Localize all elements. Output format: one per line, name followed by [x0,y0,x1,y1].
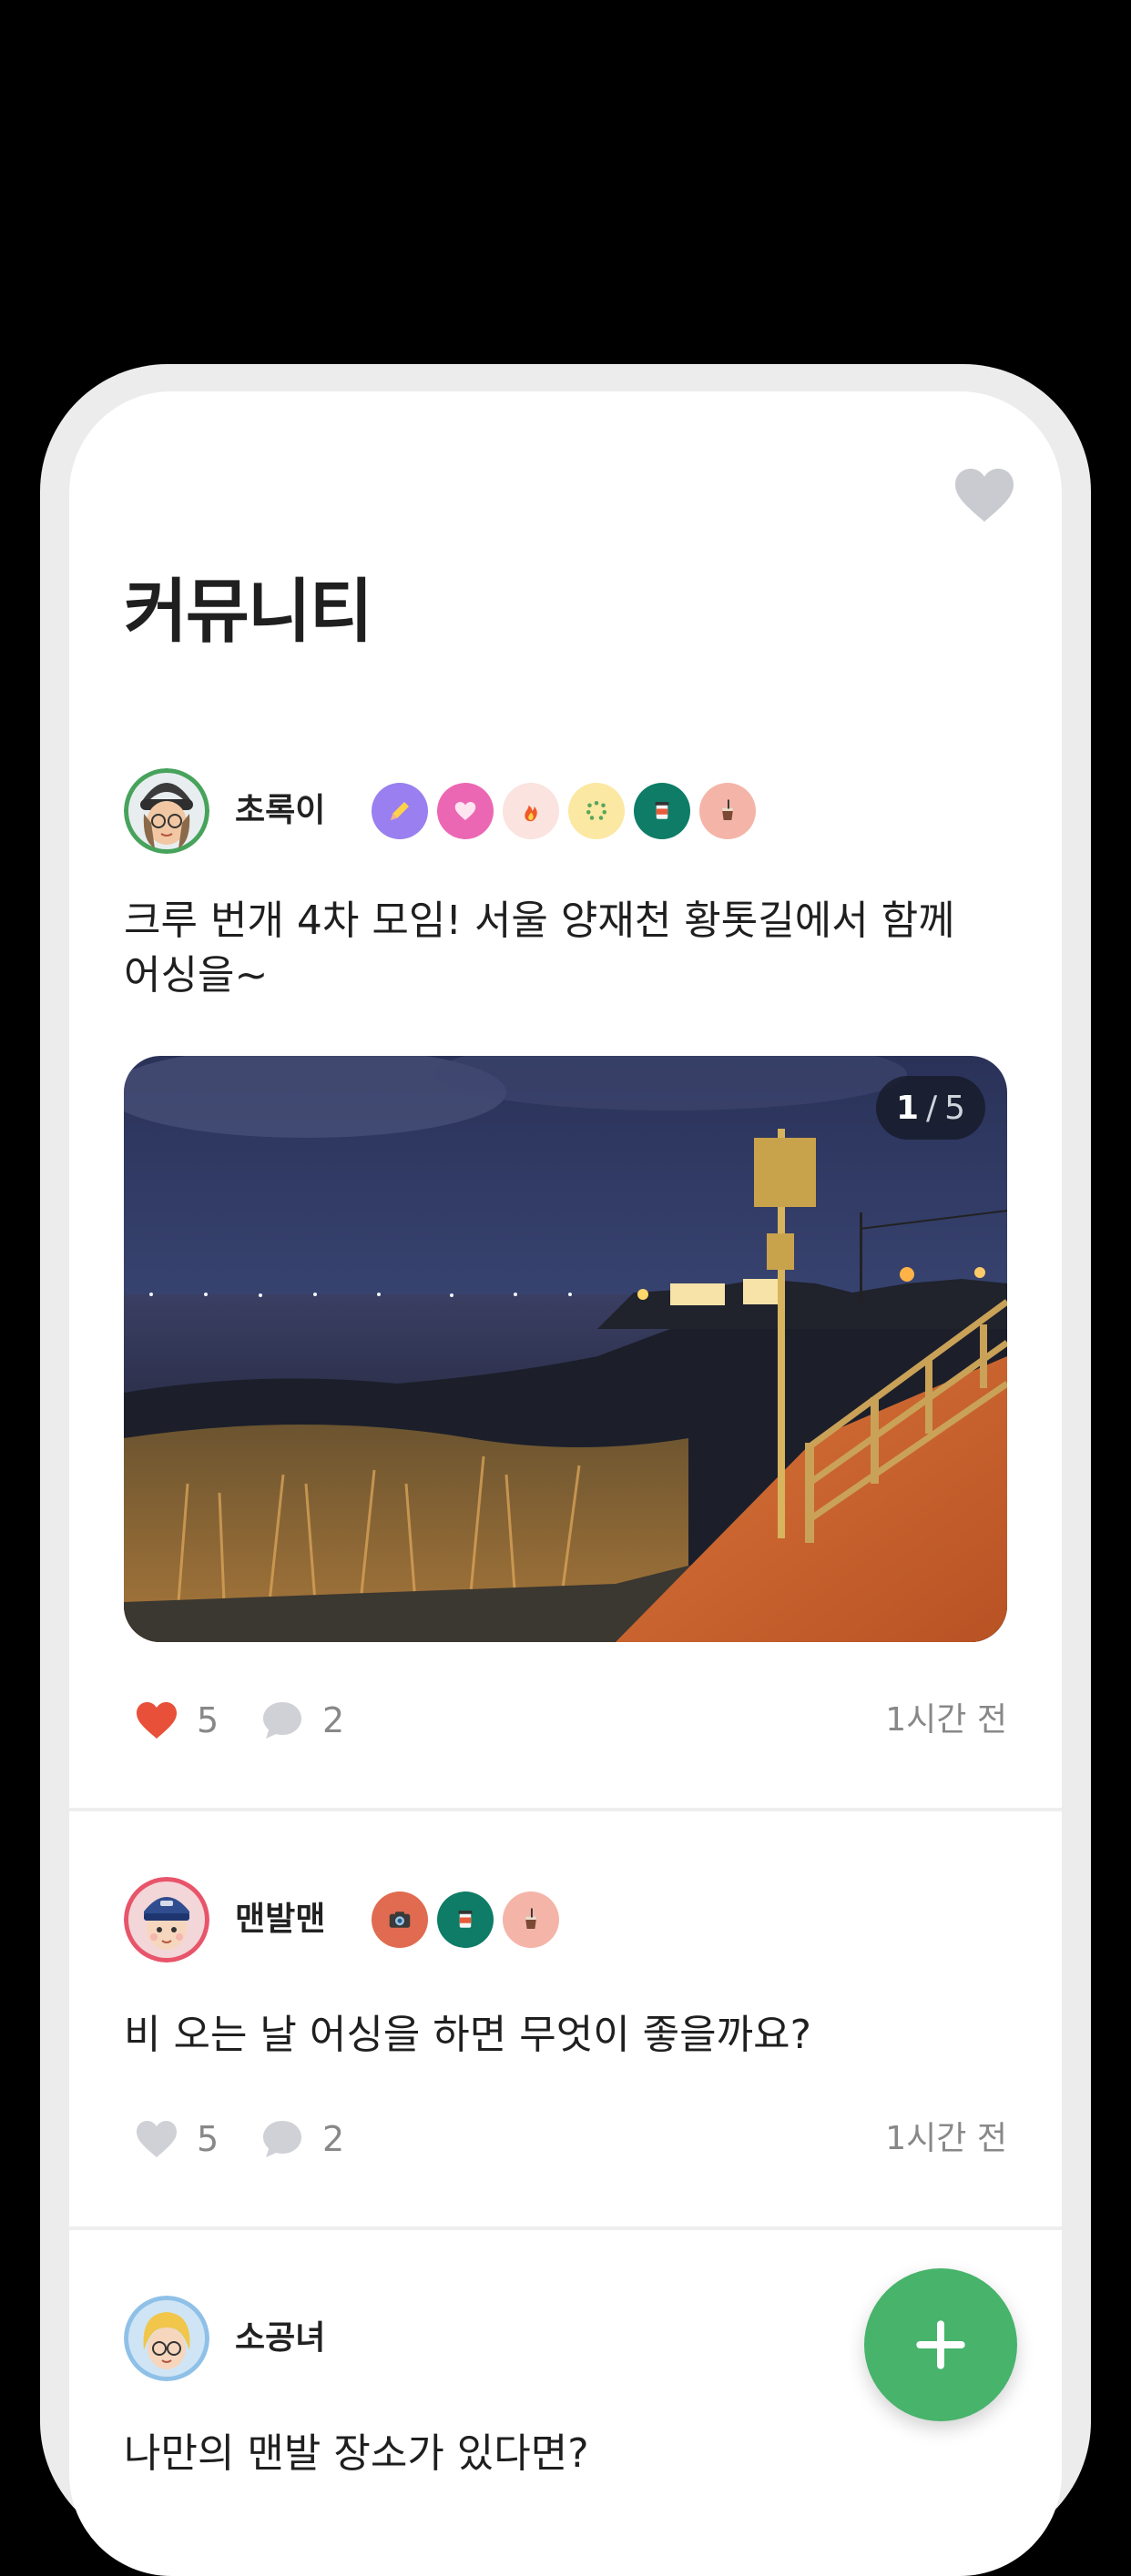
add-post-button[interactable] [864,2268,1017,2421]
app-screen: 커뮤니티 초록이 크루 번개 4차 모임! 서울 양재천 황톳길에서 함께 어싱… [69,391,1062,2576]
post-card[interactable]: 소공녀 나만의 맨발 장소가 있다면? [69,391,1062,2576]
plus-icon [916,2320,965,2369]
author-name[interactable]: 소공녀 [235,2296,325,2381]
avatar[interactable] [124,2296,209,2381]
post-text[interactable]: 나만의 맨발 장소가 있다면? [124,2427,989,2481]
